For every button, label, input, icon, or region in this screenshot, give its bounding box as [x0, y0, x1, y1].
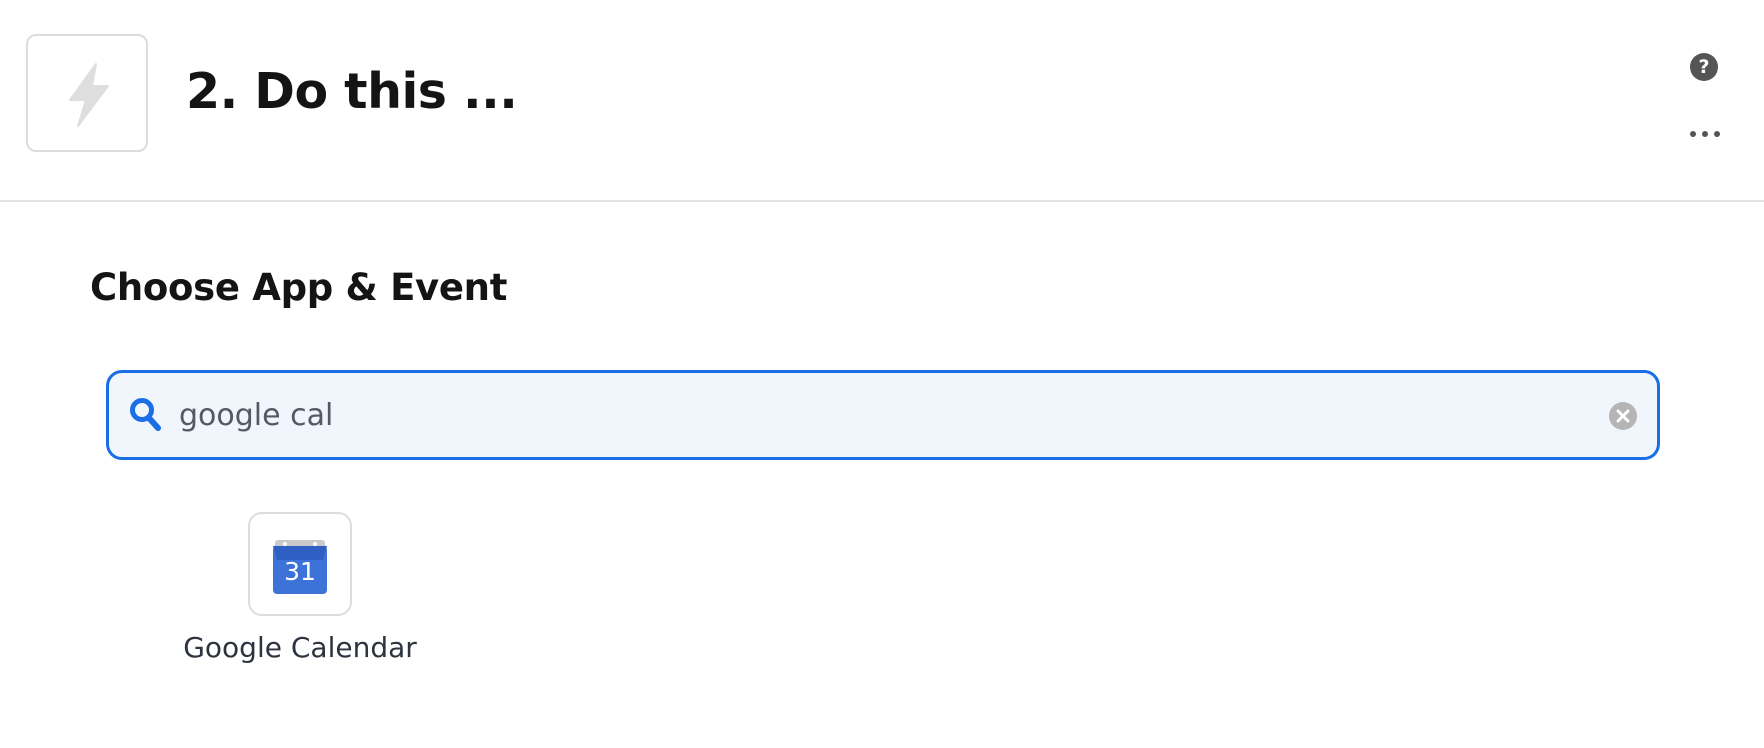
search-icon [130, 398, 161, 431]
result-logo-box: 31 [248, 512, 352, 616]
section-title: Choose App & Event [90, 266, 508, 309]
app-search-input[interactable] [179, 391, 1559, 439]
step-app-icon-box[interactable] [26, 34, 148, 152]
lightning-bolt-icon [69, 63, 109, 127]
search-result-google-calendar[interactable]: 31 Google Calendar [170, 512, 430, 672]
calendar-icon-date: 31 [284, 557, 316, 586]
step-header: 2. Do this ... ? [0, 0, 1764, 202]
ellipsis-icon[interactable] [1688, 123, 1722, 143]
google-calendar-icon: 31 [273, 540, 327, 594]
app-search-box[interactable] [106, 370, 1660, 460]
step-title: 2. Do this ... [186, 63, 518, 120]
clear-circle-icon[interactable] [1609, 402, 1637, 430]
result-label: Google Calendar [183, 631, 417, 664]
question-mark-icon[interactable]: ? [1690, 53, 1718, 81]
